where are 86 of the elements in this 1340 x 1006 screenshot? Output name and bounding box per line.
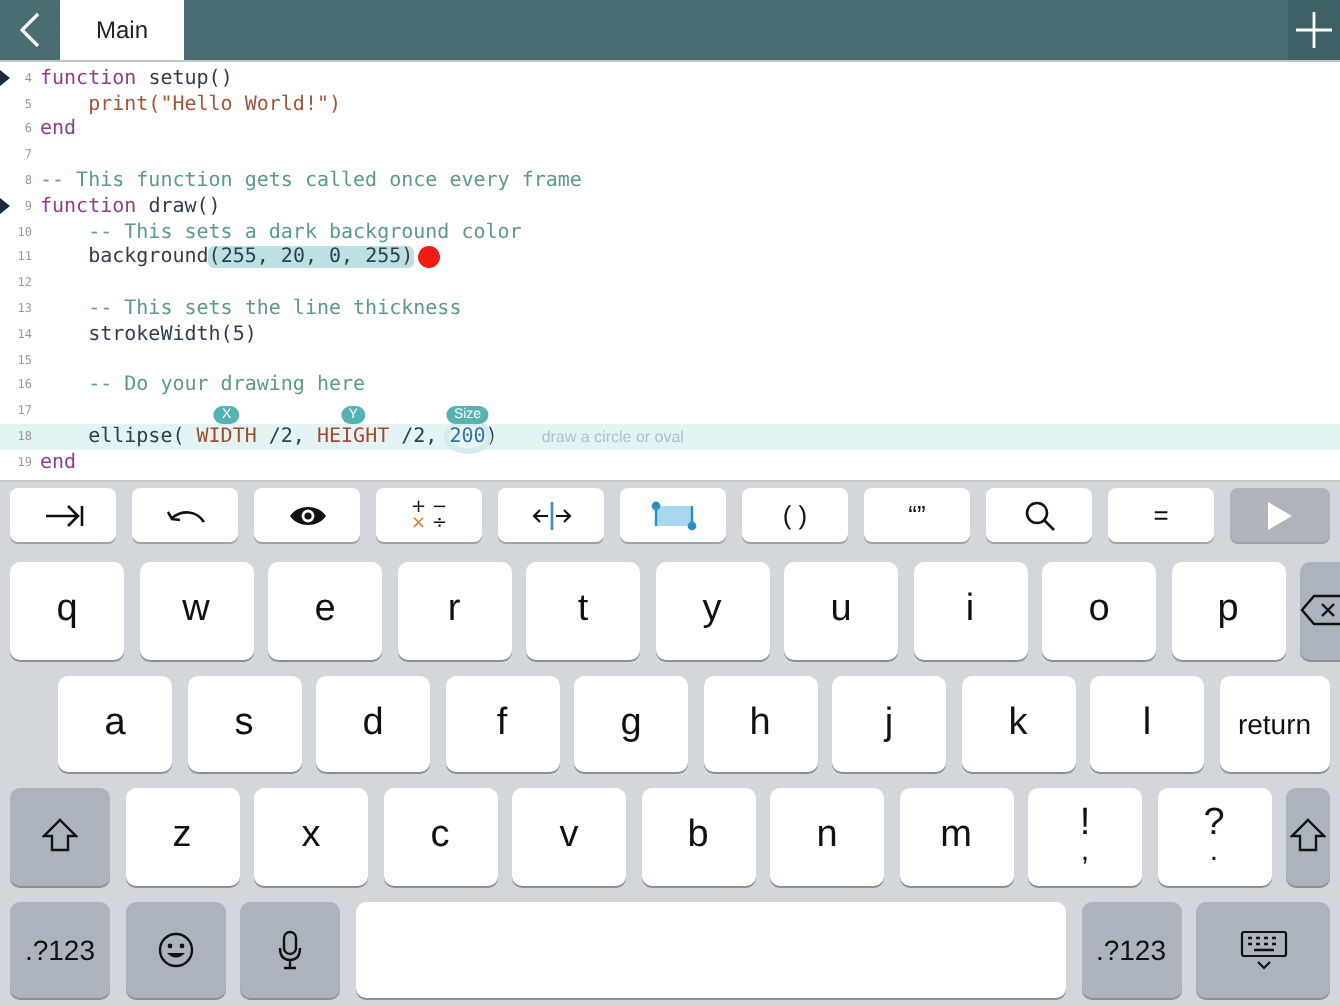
letter-key[interactable]: x [254, 788, 368, 885]
search-key[interactable] [986, 488, 1092, 542]
undo-key[interactable] [132, 488, 238, 542]
letter-key[interactable]: g [574, 675, 688, 772]
backspace-key[interactable] [1300, 562, 1340, 659]
letter-key[interactable]: i [913, 562, 1027, 659]
insert-key[interactable]: “” [864, 488, 970, 542]
letter-key[interactable]: m [899, 788, 1013, 885]
code-text: strokeWidth(5) [88, 323, 257, 346]
code-text: -- This function gets called once every frame [40, 170, 582, 193]
emoji-key[interactable] [125, 901, 225, 998]
shift-key[interactable] [1286, 788, 1330, 885]
letter-key[interactable]: s [187, 675, 301, 772]
letter-key[interactable]: c [383, 788, 497, 885]
search-icon [1023, 499, 1055, 531]
letter-key[interactable]: d [316, 675, 430, 772]
code-text: end [40, 451, 77, 474]
code-text: end [40, 118, 77, 141]
code-text: /2, [266, 426, 307, 449]
cursor-arrows-icon [529, 501, 573, 529]
code-text: function [40, 67, 137, 90]
hide-key[interactable] [1196, 901, 1330, 998]
code-argument[interactable]: HEIGHT [316, 426, 390, 449]
color-preview-dot[interactable] [417, 246, 440, 269]
letter-key[interactable]: w [139, 562, 253, 659]
numbers-key[interactable]: .?123 [1081, 901, 1181, 998]
tab-icon [43, 503, 83, 527]
shift-icon [1290, 818, 1326, 855]
letter-key[interactable]: j [832, 675, 946, 772]
return-key[interactable]: return [1219, 675, 1330, 772]
letter-key[interactable]: n [770, 788, 884, 885]
tab-key[interactable] [10, 488, 116, 542]
letter-key[interactable]: h [703, 675, 817, 772]
letter-key[interactable]: ? . [1157, 788, 1271, 885]
letter-key[interactable]: f [445, 675, 559, 772]
code-text: draw() [146, 195, 221, 218]
play-icon [1268, 501, 1292, 529]
selected-code: (255, 20, 0, 255) [208, 246, 414, 269]
letter-key[interactable]: p [1171, 562, 1285, 659]
cursor-key[interactable] [498, 488, 604, 542]
letter-key[interactable]: b [641, 788, 755, 885]
eye-key[interactable] [254, 488, 360, 542]
shift-key[interactable] [10, 788, 110, 885]
letter-key[interactable]: q [10, 562, 124, 659]
shift-icon [42, 818, 78, 855]
keyboard-hide-icon [1239, 929, 1287, 970]
code-text: ellipse( [88, 426, 187, 449]
code-block-icon [649, 499, 697, 531]
letter-key[interactable]: k [961, 675, 1075, 772]
code-text: ) [485, 426, 498, 449]
insert-key[interactable]: ( ) [742, 488, 848, 542]
insert-key[interactable]: = [1108, 488, 1214, 542]
letter-key[interactable]: u [784, 562, 898, 659]
letter-key[interactable]: z [125, 788, 239, 885]
code-text: -- Do your drawing here [88, 374, 366, 397]
letter-key[interactable]: v [512, 788, 626, 885]
code-argument[interactable]: WIDTH [196, 426, 257, 449]
microphone-icon [278, 929, 302, 970]
snippet-key[interactable] [620, 488, 726, 542]
operators-key[interactable]: + − × ÷ [376, 488, 482, 542]
code-text: print("Hello World!") [88, 93, 342, 116]
smiley-icon [157, 931, 193, 968]
code-text: background [88, 246, 209, 269]
code-argument[interactable]: 200 [449, 426, 486, 449]
code-text: /2, [399, 426, 440, 449]
code-text: -- This sets a dark background color [88, 221, 522, 244]
letter-key[interactable]: a [58, 675, 172, 772]
letter-key[interactable]: e [268, 562, 382, 659]
code-text: function [40, 195, 137, 218]
file-tab[interactable]: Main [60, 0, 185, 60]
code-text: setup() [146, 67, 233, 90]
numbers-key[interactable]: .?123 [10, 901, 110, 998]
chevron-left-icon [20, 12, 40, 48]
backspace-icon [1300, 594, 1340, 627]
mic-key[interactable] [240, 901, 340, 998]
hint-text: draw a circle or oval [541, 428, 684, 447]
eye-icon [287, 503, 327, 527]
letter-key[interactable]: r [397, 562, 511, 659]
letter-key[interactable]: l [1090, 675, 1204, 772]
letter-key[interactable]: t [526, 562, 640, 659]
add-button[interactable] [1288, 0, 1340, 60]
code-text: -- This sets the line thickness [88, 298, 462, 321]
letter-key[interactable]: o [1042, 562, 1156, 659]
letter-key[interactable]: ! , [1028, 788, 1142, 885]
letter-key[interactable]: y [655, 562, 769, 659]
plus-icon [1296, 12, 1332, 48]
